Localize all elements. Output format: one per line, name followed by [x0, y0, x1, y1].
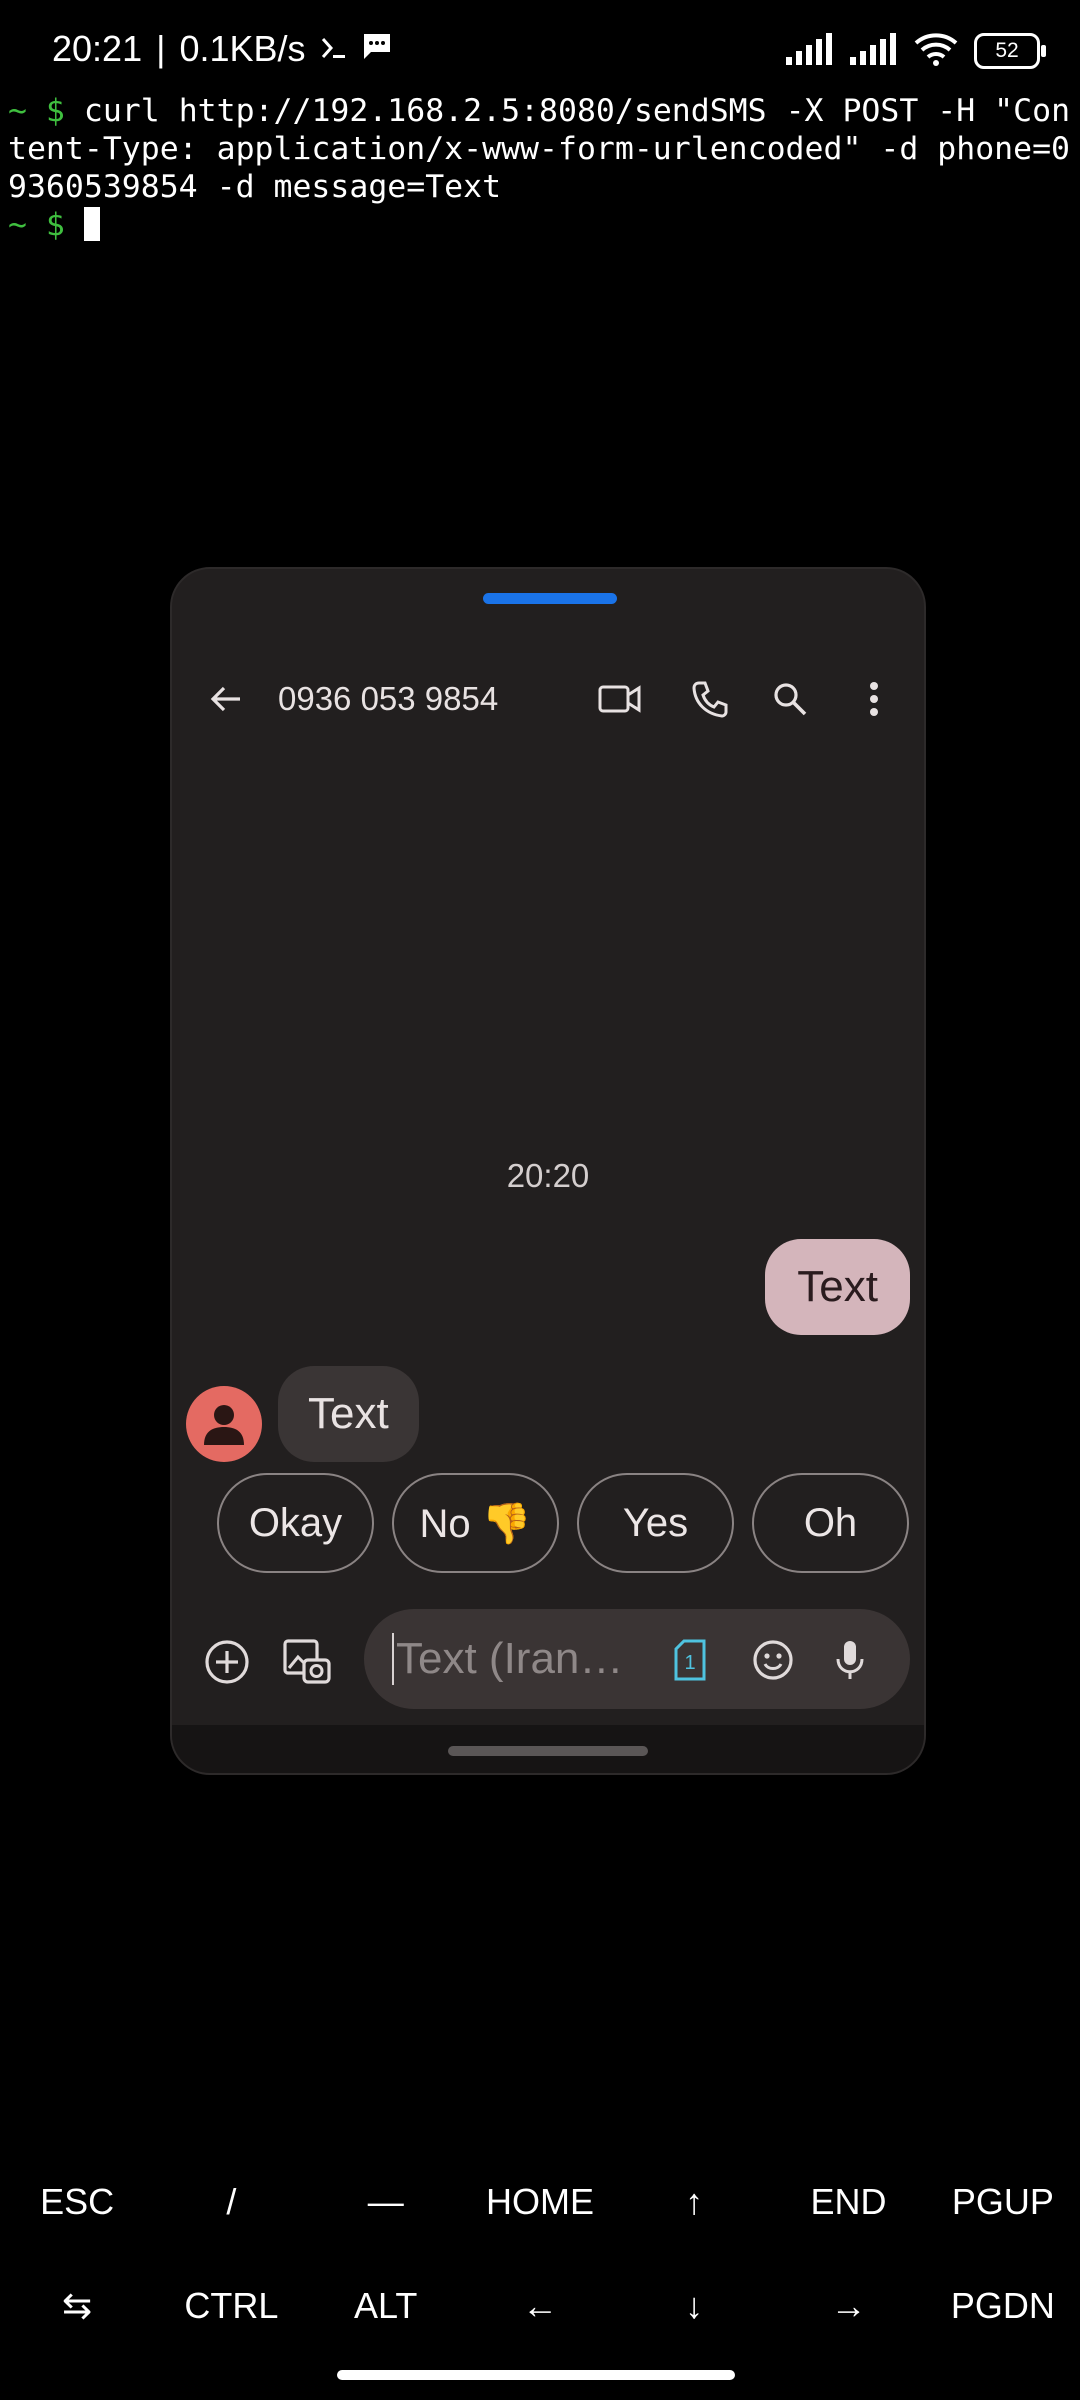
person-icon — [204, 1405, 244, 1445]
key-dash[interactable]: — — [309, 2150, 463, 2254]
battery-icon: 52 — [974, 33, 1046, 69]
key-down[interactable]: ↓ — [617, 2254, 771, 2358]
smart-reply-chip[interactable]: No 👎 — [392, 1473, 559, 1573]
system-gesture-bar[interactable] — [337, 2370, 735, 2380]
status-net-speed: 0.1KB/s — [179, 28, 306, 69]
smart-reply-chip[interactable]: Yes — [577, 1473, 734, 1573]
add-attachment-icon[interactable] — [200, 1635, 254, 1689]
phone-home-indicator[interactable] — [448, 1746, 648, 1756]
mirrored-phone-window: 0936 053 9854 20:20 Text Text Okay No 👎 … — [170, 567, 926, 1775]
message-timestamp: 20:20 — [506, 1157, 590, 1194]
terminal-prompt: ~ $ — [8, 93, 65, 129]
key-pgdn[interactable]: PGDN — [926, 2254, 1080, 2358]
status-left: 20:21 | 0.1KB/s — [52, 28, 392, 70]
back-arrow-icon[interactable] — [202, 675, 250, 723]
terminal-input-line[interactable]: ~ $ — [8, 206, 1078, 244]
terminal-command-line: ~ $ curl http://192.168.2.5:8080/sendSMS… — [8, 92, 1078, 206]
search-icon[interactable] — [766, 675, 814, 723]
wifi-icon — [914, 32, 958, 70]
key-alt[interactable]: ALT — [309, 2254, 463, 2358]
emoji-icon[interactable] — [752, 1639, 796, 1683]
key-pgup[interactable]: PGUP — [926, 2150, 1080, 2254]
terminal-notification-icon — [320, 28, 348, 70]
terminal-cursor — [83, 207, 100, 241]
incoming-message-bubble[interactable]: Text — [278, 1366, 419, 1462]
key-slash[interactable]: / — [154, 2150, 308, 2254]
smart-reply-chip[interactable]: Okay — [217, 1473, 374, 1573]
key-up[interactable]: ↑ — [617, 2150, 771, 2254]
contact-title: 0936 053 9854 — [278, 680, 499, 717]
terminal-prompt: ~ $ — [8, 207, 65, 243]
status-time: 20:21 — [52, 28, 143, 69]
microphone-icon[interactable] — [834, 1639, 874, 1683]
status-separator: | — [156, 28, 166, 69]
signal-icon — [850, 33, 898, 69]
extra-keys-bar: ESC / — HOME ↑ END PGUP ⇆ CTRL ALT ← ↓ →… — [0, 2150, 1080, 2358]
key-home[interactable]: HOME — [463, 2150, 617, 2254]
window-drag-handle[interactable] — [483, 593, 617, 604]
message-input[interactable]: Text (Iran… 1 — [364, 1609, 910, 1709]
smart-reply-chip[interactable]: Oh — [752, 1473, 909, 1573]
terminal-output[interactable]: ~ $ curl http://192.168.2.5:8080/sendSMS… — [8, 92, 1078, 244]
status-right: 52 — [786, 32, 1046, 70]
contact-avatar[interactable] — [186, 1386, 262, 1462]
video-call-icon[interactable] — [596, 675, 644, 723]
key-left[interactable]: ← — [463, 2254, 617, 2358]
key-right[interactable]: → — [771, 2254, 925, 2358]
key-tab[interactable]: ⇆ — [0, 2254, 154, 2358]
phone-call-icon[interactable] — [686, 675, 734, 723]
key-end[interactable]: END — [771, 2150, 925, 2254]
message-composer: Text (Iran… 1 — [172, 1609, 924, 1709]
key-esc[interactable]: ESC — [0, 2150, 154, 2254]
smart-reply-chips: Okay No 👎 Yes Oh — [217, 1473, 909, 1573]
terminal-command: curl http://192.168.2.5:8080/sendSMS -X … — [8, 93, 1071, 205]
extra-keys-row: ⇆ CTRL ALT ← ↓ → PGDN — [0, 2254, 1080, 2358]
sim-number: 1 — [684, 1652, 695, 1674]
more-options-icon[interactable] — [850, 675, 898, 723]
message-notification-icon — [362, 28, 392, 70]
signal-icon — [786, 33, 834, 69]
sim-selector-icon[interactable]: 1 — [674, 1639, 714, 1683]
extra-keys-row: ESC / — HOME ↑ END PGUP — [0, 2150, 1080, 2254]
gallery-icon[interactable] — [280, 1635, 334, 1689]
conversation-app-bar: 0936 053 9854 — [172, 649, 924, 749]
key-ctrl[interactable]: CTRL — [154, 2254, 308, 2358]
message-input-placeholder: Text (Iran… — [392, 1633, 623, 1685]
status-bar: 20:21 | 0.1KB/s 52 — [0, 0, 1080, 104]
outgoing-message-bubble[interactable]: Text — [765, 1239, 910, 1335]
